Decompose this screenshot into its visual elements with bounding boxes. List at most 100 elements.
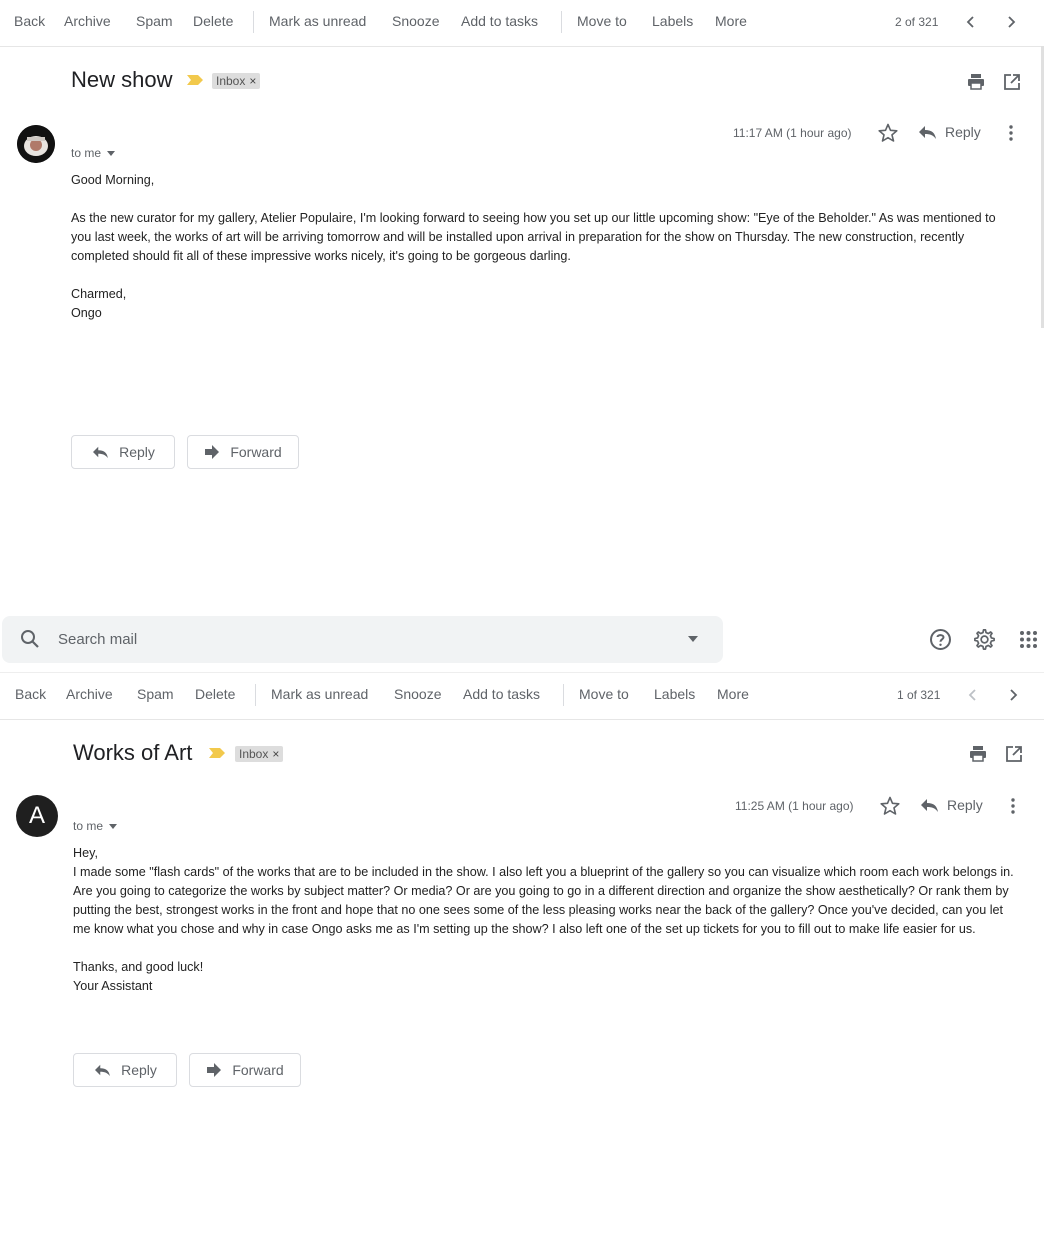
avatar-photo-icon	[17, 125, 55, 163]
important-marker-icon[interactable]	[208, 747, 226, 759]
older-button[interactable]	[1003, 685, 1023, 705]
email-timestamp: 11:17 AM (1 hour ago)	[733, 126, 852, 140]
recipient-label: to me	[73, 819, 104, 833]
reply-icon	[95, 1064, 110, 1077]
older-button[interactable]	[1001, 12, 1021, 32]
archive-button[interactable]: Archive	[64, 13, 111, 29]
print-icon[interactable]	[968, 744, 988, 764]
forward-button-label: Forward	[230, 444, 282, 460]
chevron-right-icon	[1010, 689, 1018, 701]
search-options-icon[interactable]	[688, 636, 698, 642]
message-counter: 2 of 321	[895, 15, 939, 29]
chevron-left-icon	[966, 16, 974, 28]
labels-button[interactable]: Labels	[652, 13, 693, 29]
reply-header-button[interactable]: Reply	[919, 797, 983, 813]
settings-gear-icon[interactable]	[973, 628, 996, 651]
body-line: Ongo	[71, 306, 102, 320]
reply-icon	[919, 126, 936, 139]
body-line: Good Morning,	[71, 173, 155, 187]
open-new-window-icon[interactable]	[1002, 72, 1022, 92]
labels-button[interactable]: Labels	[654, 686, 695, 702]
caret-down-icon	[109, 823, 118, 829]
reply-button[interactable]: Reply	[71, 435, 175, 469]
spam-button[interactable]: Spam	[137, 686, 174, 702]
snooze-button[interactable]: Snooze	[392, 13, 439, 29]
delete-button[interactable]: Delete	[193, 13, 233, 29]
reply-button-label: Reply	[121, 1062, 157, 1078]
toolbar-divider	[563, 684, 564, 706]
newer-button[interactable]	[961, 12, 981, 32]
search-input[interactable]: Search mail	[58, 631, 137, 648]
back-button[interactable]: Back	[15, 686, 46, 702]
email-body: Hey, I made some "flash cards" of the wo…	[73, 844, 1019, 996]
more-vert-icon[interactable]	[1002, 795, 1024, 817]
help-icon[interactable]	[929, 628, 952, 651]
reply-button[interactable]: Reply	[73, 1053, 177, 1087]
add-to-tasks-button[interactable]: Add to tasks	[463, 686, 540, 702]
inbox-label-chip: Inbox ×	[235, 746, 284, 762]
recipient-details[interactable]: to me	[71, 146, 116, 160]
reply-icon	[921, 799, 938, 812]
sender-avatar[interactable]	[17, 125, 55, 163]
mark-unread-button[interactable]: Mark as unread	[269, 13, 366, 29]
caret-down-icon	[107, 150, 116, 156]
body-line: Hey,	[73, 846, 98, 860]
spam-button[interactable]: Spam	[136, 13, 173, 29]
star-icon[interactable]	[877, 122, 899, 144]
search-bar[interactable]: Search mail	[2, 616, 723, 663]
forward-icon	[207, 1063, 222, 1077]
more-button[interactable]: More	[717, 686, 749, 702]
forward-button[interactable]: Forward	[187, 435, 299, 469]
important-marker-icon[interactable]	[186, 74, 204, 86]
label-name: Inbox	[216, 74, 246, 88]
toolbar-divider	[255, 684, 256, 706]
delete-button[interactable]: Delete	[195, 686, 235, 702]
remove-label-icon[interactable]: ×	[272, 747, 279, 761]
recipient-label: to me	[71, 146, 102, 160]
message-counter: 1 of 321	[897, 688, 941, 702]
toolbar-bottom: Back Archive Spam Delete Mark as unread …	[0, 672, 1044, 720]
move-to-button[interactable]: Move to	[579, 686, 629, 702]
toolbar-divider	[253, 11, 254, 33]
print-icon[interactable]	[966, 72, 986, 92]
mark-unread-button[interactable]: Mark as unread	[271, 686, 368, 702]
email-timestamp: 11:25 AM (1 hour ago)	[735, 799, 854, 813]
reply-header-label: Reply	[947, 797, 983, 813]
reply-icon	[93, 446, 108, 459]
snooze-button[interactable]: Snooze	[394, 686, 441, 702]
forward-button-label: Forward	[232, 1062, 284, 1078]
email-body: Good Morning, As the new curator for my …	[71, 171, 1017, 323]
reply-button-label: Reply	[119, 444, 155, 460]
email-subject: Works of Art	[73, 740, 193, 765]
apps-grid-icon[interactable]	[1019, 630, 1038, 649]
open-new-window-icon[interactable]	[1004, 744, 1024, 764]
more-button[interactable]: More	[715, 13, 747, 29]
body-line: Your Assistant	[73, 979, 153, 993]
label-name: Inbox	[239, 747, 269, 761]
back-button[interactable]: Back	[14, 13, 45, 29]
toolbar-top: Back Archive Spam Delete Mark as unread …	[0, 0, 1044, 47]
chevron-left-icon	[968, 689, 976, 701]
star-icon[interactable]	[879, 795, 901, 817]
forward-button[interactable]: Forward	[189, 1053, 301, 1087]
remove-label-icon[interactable]: ×	[249, 74, 256, 88]
avatar-letter: A	[28, 802, 45, 829]
move-to-button[interactable]: Move to	[577, 13, 627, 29]
body-line: Thanks, and good luck!	[73, 960, 204, 974]
archive-button[interactable]: Archive	[66, 686, 113, 702]
toolbar-divider	[561, 11, 562, 33]
more-vert-icon[interactable]	[1000, 122, 1022, 144]
body-line: I made some "flash cards" of the works t…	[73, 865, 1014, 936]
add-to-tasks-button[interactable]: Add to tasks	[461, 13, 538, 29]
body-line: Charmed,	[71, 287, 127, 301]
reply-header-label: Reply	[945, 124, 981, 140]
newer-button[interactable]	[963, 685, 983, 705]
reply-header-button[interactable]: Reply	[917, 124, 981, 140]
body-line: As the new curator for my gallery, Ateli…	[71, 211, 996, 263]
sender-avatar[interactable]: A	[16, 795, 58, 837]
email-subject: New show	[71, 67, 173, 92]
chevron-right-icon	[1008, 16, 1016, 28]
inbox-label-chip: Inbox ×	[212, 73, 261, 89]
search-icon[interactable]	[20, 629, 40, 649]
recipient-details[interactable]: to me	[73, 819, 118, 833]
